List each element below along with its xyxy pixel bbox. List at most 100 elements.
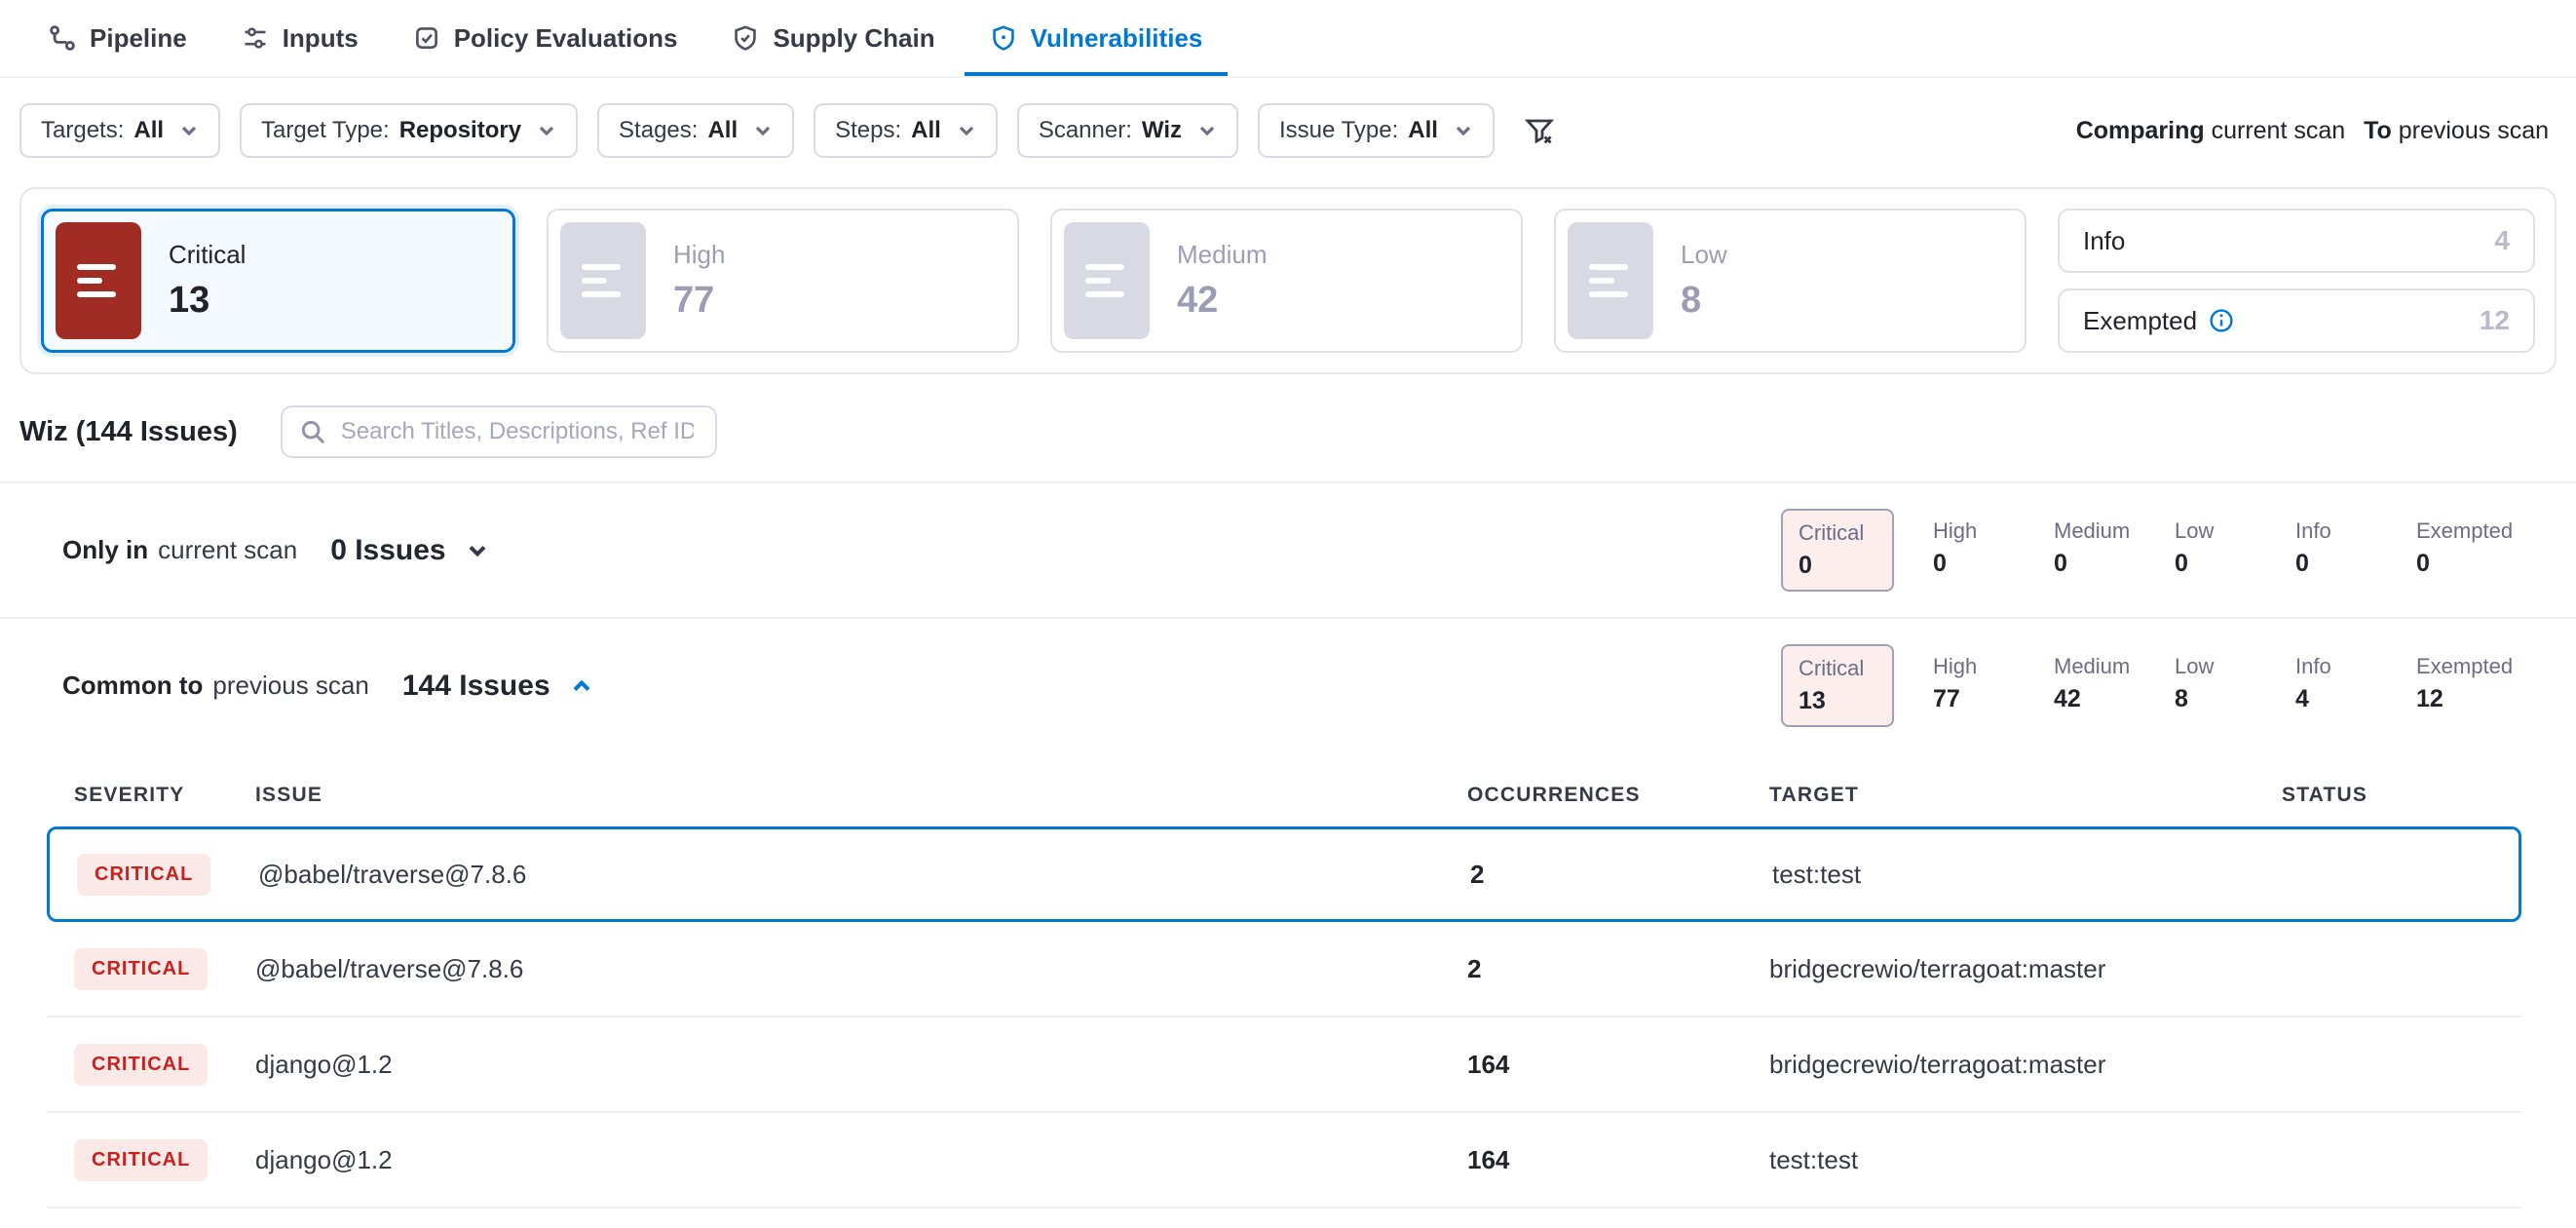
filter-label: Stages: [619,117,698,144]
group-toggle[interactable]: Common to previous scan 144 Issues [62,670,595,703]
target-cell: bridgecrewio/terragoat:master [1769,954,2282,984]
chevron-down-icon[interactable] [464,537,491,564]
group-issue-count: 0 Issues [330,534,445,567]
tab-vulnerabilities[interactable]: Vulnerabilities [965,0,1229,76]
severity-card-critical[interactable]: Critical 13 [41,209,515,353]
tab-pipeline[interactable]: Pipeline [23,0,212,76]
policy-check-icon [413,24,440,52]
severity-label: Low [1681,240,1727,270]
table-row[interactable]: CRITICAL @babel/traverse@7.8.6 2 bridgec… [47,922,2521,1017]
count-label: Medium [2054,518,2143,544]
filter-value: All [133,117,164,144]
severity-card-medium[interactable]: Medium 42 [1050,209,1523,353]
filter-label: Steps: [835,117,901,144]
table-row[interactable]: CRITICAL django@1.2 164 bridgecrewio/ter… [47,1017,2521,1113]
count-value: 13 [1799,687,1876,715]
comparing-lead: Comparing [2076,117,2205,144]
chevron-down-icon [1454,121,1473,140]
issues-table: SEVERITY ISSUE OCCURRENCES TARGET STATUS… [47,764,2521,1209]
severity-badge: CRITICAL [74,1139,208,1181]
group-toggle[interactable]: Only in current scan 0 Issues [62,534,491,567]
count-label: Critical [1799,656,1876,681]
chevron-down-icon [753,121,773,140]
severity-list-icon [1568,222,1653,339]
count-high[interactable]: High 0 [1917,509,2038,588]
table-row[interactable]: CRITICAL @babel/traverse@7.8.6 2 test:te… [47,826,2521,922]
table-header: SEVERITY ISSUE OCCURRENCES TARGET STATUS [47,764,2521,826]
vulnerabilities-shield-icon [990,24,1017,52]
count-high[interactable]: High 77 [1917,644,2038,723]
count-medium[interactable]: Medium 42 [2038,644,2159,723]
chevron-down-icon [957,121,976,140]
inputs-icon [242,24,269,52]
count-exempted[interactable]: Exempted 12 [2401,644,2521,723]
severity-card-info[interactable]: Info 4 [2058,209,2535,273]
group-scan-label: previous scan [212,671,368,701]
tab-inputs[interactable]: Inputs [216,0,384,76]
severity-list-icon [560,222,646,339]
count-value: 0 [2295,550,2385,578]
filter-value: All [707,117,738,144]
header-issue: ISSUE [255,784,1467,807]
count-critical[interactable]: Critical 13 [1781,644,1894,727]
filter-value: Wiz [1142,117,1182,144]
filter-targets[interactable]: Targets: All [19,103,220,158]
count-critical[interactable]: Critical 0 [1781,509,1894,592]
tab-label: Inputs [283,23,359,54]
filter-stages[interactable]: Stages: All [597,103,794,158]
severity-count: 13 [169,280,246,322]
severity-card-low[interactable]: Low 8 [1554,209,2027,353]
search-input[interactable] [337,416,698,447]
count-info[interactable]: Info 0 [2280,509,2401,588]
info-exempted-column: Info 4 Exempted 12 [2058,209,2535,353]
count-medium[interactable]: Medium 0 [2038,509,2159,588]
group-severity-counts: Critical 13 High 77 Medium 42 Low 8 Info… [1781,644,2521,727]
filter-issue-type[interactable]: Issue Type: All [1258,103,1495,158]
count-exempted[interactable]: Exempted 0 [2401,509,2521,588]
tab-policy-evaluations[interactable]: Policy Evaluations [388,0,703,76]
count-label: Low [2175,518,2264,544]
filter-label: Targets: [41,117,124,144]
clear-filters-icon[interactable] [1524,115,1555,146]
group-common-previous-scan: Common to previous scan 144 Issues Criti… [0,617,2576,752]
pipeline-icon [49,24,76,52]
chevron-up-icon[interactable] [568,672,595,700]
chevron-down-icon [179,121,199,140]
comparing-label: Comparing current scan To previous scan [2076,117,2549,145]
filter-steps[interactable]: Steps: All [814,103,998,158]
table-row[interactable]: CRITICAL django@1.2 164 test:test [47,1113,2521,1209]
issue-cell: @babel/traverse@7.8.6 [255,954,1467,984]
severity-badge: CRITICAL [74,948,208,990]
count-label: Exempted [2416,654,2506,679]
occurrences-cell: 2 [1470,860,1772,890]
count-info[interactable]: Info 4 [2280,644,2401,723]
scanner-title: Wiz (144 Issues) [19,416,238,448]
severity-count: 77 [673,280,725,322]
severity-badge: CRITICAL [74,1044,208,1086]
severity-card-high[interactable]: High 77 [547,209,1019,353]
filter-target-type[interactable]: Target Type: Repository [240,103,578,158]
severity-count: 12 [2480,305,2510,336]
filter-label: Target Type: [261,117,390,144]
occurrences-cell: 164 [1467,1145,1769,1175]
severity-card-exempted[interactable]: Exempted 12 [2058,288,2535,353]
chevron-down-icon [537,121,556,140]
count-value: 0 [2054,550,2143,578]
count-value: 0 [2175,550,2264,578]
count-label: Info [2295,654,2385,679]
count-value: 12 [2416,685,2506,713]
header-target: TARGET [1769,784,2282,807]
severity-list-icon [56,222,141,339]
filter-scanner[interactable]: Scanner: Wiz [1017,103,1238,158]
count-low[interactable]: Low 0 [2159,509,2280,588]
count-value: 42 [2054,685,2143,713]
tab-supply-chain[interactable]: Supply Chain [706,0,960,76]
comparing-to: To [2364,117,2392,144]
count-value: 0 [1799,552,1876,580]
severity-label: Critical [169,240,246,270]
severity-count: 42 [1177,280,1267,322]
severity-label: Info [2083,226,2125,256]
count-low[interactable]: Low 8 [2159,644,2280,723]
header-occurrences: OCCURRENCES [1467,784,1769,807]
info-icon[interactable] [2209,308,2234,333]
